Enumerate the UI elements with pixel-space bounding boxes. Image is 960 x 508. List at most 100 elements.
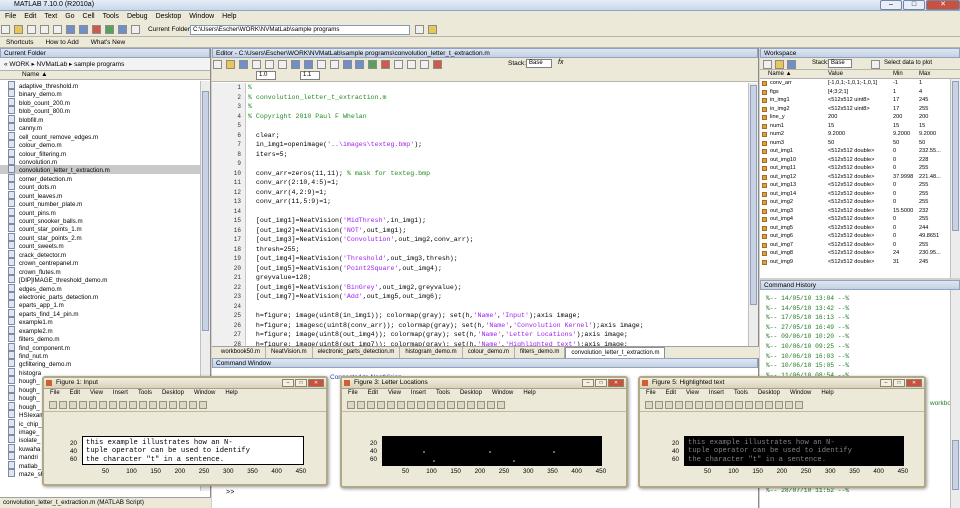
- fig-close-button[interactable]: ✕: [906, 379, 922, 387]
- new-figure-icon[interactable]: [49, 401, 57, 409]
- legend-icon[interactable]: [477, 401, 485, 409]
- history-entry[interactable]: %-- 10/06/10 09:25 --%: [760, 342, 960, 352]
- print-icon[interactable]: [316, 60, 326, 69]
- code-line[interactable]: [out_img6]=NeatVision('BinGrey',out_img2…: [248, 283, 748, 293]
- figure-menu-file[interactable]: File: [50, 390, 70, 399]
- workspace-row[interactable]: out_img11 <512x512 double> 0 255: [760, 164, 960, 173]
- figure-input-window[interactable]: Figure 1: Input – □ ✕ File Edit View Insert To…: [42, 376, 328, 486]
- cut-icon[interactable]: [26, 25, 36, 34]
- save-icon[interactable]: [665, 401, 673, 409]
- copy-icon[interactable]: [264, 60, 274, 69]
- file-item[interactable]: count_number_plate.m: [0, 199, 200, 208]
- code-line[interactable]: [248, 159, 748, 169]
- menu-cell[interactable]: Cell: [81, 11, 101, 23]
- workspace-row[interactable]: num3 50 50 50: [760, 139, 960, 148]
- code-area[interactable]: %% convolution_letter_t_extraction.m%% C…: [248, 83, 748, 346]
- breakpoint-icon[interactable]: [381, 60, 391, 69]
- fig-minimize-button[interactable]: –: [880, 379, 892, 387]
- menu-window[interactable]: Window: [187, 11, 220, 23]
- line-number[interactable]: 4: [212, 112, 245, 122]
- workspace-row[interactable]: in_img1 <512x512 uint8> 17 245: [760, 96, 960, 105]
- brush-icon[interactable]: [745, 401, 753, 409]
- code-line[interactable]: clear;: [248, 131, 748, 141]
- line-number[interactable]: 9: [212, 159, 245, 169]
- code-line[interactable]: h=figure; image(uint8(out_img4)); colorm…: [248, 330, 748, 340]
- workspace-row[interactable]: out_img5 <512x512 double> 0 244: [760, 224, 960, 233]
- open-folder-icon[interactable]: [13, 25, 23, 34]
- workspace-row[interactable]: out_img10 <512x512 double> 0 228: [760, 156, 960, 165]
- open-variable-icon[interactable]: [775, 60, 784, 69]
- figure-menu-file[interactable]: File: [348, 390, 368, 399]
- code-line[interactable]: [248, 121, 748, 131]
- cell-decrement-input[interactable]: 1.0: [256, 71, 276, 80]
- file-item[interactable]: eparts_find_14_pin.m: [0, 309, 200, 318]
- step-icon[interactable]: [394, 60, 404, 69]
- code-line[interactable]: %: [248, 102, 748, 112]
- zoom-in-icon[interactable]: [99, 401, 107, 409]
- workspace-row[interactable]: figs [4;3;2;1] 1 4: [760, 88, 960, 97]
- rotate-icon[interactable]: [129, 401, 137, 409]
- code-line[interactable]: conv_arr=zeros(11,11); % mask for texteg…: [248, 169, 748, 179]
- file-item[interactable]: count_star_points_1.m: [0, 224, 200, 233]
- figure-letter-locations-window[interactable]: Figure 3: Letter Locations – □ ✕ File Edit V…: [340, 376, 628, 488]
- figure-menu-file[interactable]: File: [646, 390, 666, 399]
- workspace-row[interactable]: out_img13 <512x512 double> 0 255: [760, 181, 960, 190]
- link-icon[interactable]: [159, 401, 167, 409]
- history-entry[interactable]: %-- 14/05/10 13:04 --%: [760, 294, 960, 304]
- figure-highlighted-window[interactable]: Figure 5: Highlighted text – □ ✕ File Edit V…: [638, 376, 926, 488]
- figure-menu-view[interactable]: View: [388, 390, 411, 399]
- workspace-row[interactable]: out_img9 <512x512 double> 31 245: [760, 258, 960, 267]
- colorbar-icon[interactable]: [169, 401, 177, 409]
- new-file-icon[interactable]: [213, 60, 222, 69]
- file-item[interactable]: example2.m: [0, 326, 200, 335]
- new-figure-icon[interactable]: [645, 401, 653, 409]
- file-item[interactable]: filters_demo.m: [0, 334, 200, 343]
- pan-icon[interactable]: [119, 401, 127, 409]
- file-item[interactable]: blob_count_800.m: [0, 106, 200, 115]
- history-entry[interactable]: %-- 14/05/10 13:42 --%: [760, 304, 960, 314]
- data-cursor-icon[interactable]: [437, 401, 445, 409]
- figure-menu-edit[interactable]: Edit: [666, 390, 686, 399]
- file-item[interactable]: canny.m: [0, 123, 200, 132]
- go-back-icon[interactable]: [342, 60, 352, 69]
- figure-menu-tools[interactable]: Tools: [436, 390, 460, 399]
- data-cursor-icon[interactable]: [139, 401, 147, 409]
- workspace-row[interactable]: out_img2 <512x512 double> 0 255: [760, 198, 960, 207]
- save-icon[interactable]: [367, 401, 375, 409]
- line-number[interactable]: 11: [212, 178, 245, 188]
- show-tools-icon[interactable]: [795, 401, 803, 409]
- maximize-button[interactable]: □: [903, 0, 925, 10]
- editor-scrollbar-thumb[interactable]: [750, 85, 757, 305]
- file-item[interactable]: crown_centrepanel.m: [0, 258, 200, 267]
- print-icon[interactable]: [79, 401, 87, 409]
- file-item[interactable]: edges_demo.m: [0, 284, 200, 293]
- figure-menu-insert[interactable]: Insert: [709, 390, 734, 399]
- hide-tools-icon[interactable]: [189, 401, 197, 409]
- figure-menu-desktop[interactable]: Desktop: [758, 390, 790, 399]
- figure-menu-help[interactable]: Help: [821, 390, 843, 399]
- file-item[interactable]: adaptive_threshold.m: [0, 81, 200, 90]
- minimize-button[interactable]: –: [880, 0, 902, 10]
- function-icon[interactable]: fx: [558, 59, 563, 66]
- figure-menu-window[interactable]: Window: [492, 390, 523, 399]
- dropdown-icon[interactable]: [415, 25, 424, 34]
- open-icon[interactable]: [225, 60, 235, 69]
- line-number[interactable]: 23: [212, 292, 245, 302]
- file-item[interactable]: [DIP]IMAGE_threshold_demo.m: [0, 275, 200, 284]
- zoom-in-icon[interactable]: [695, 401, 703, 409]
- pointer-icon[interactable]: [685, 401, 693, 409]
- line-number[interactable]: 8: [212, 150, 245, 160]
- figure-menu-insert[interactable]: Insert: [411, 390, 436, 399]
- zoom-in-icon[interactable]: [397, 401, 405, 409]
- browse-folder-icon[interactable]: [428, 25, 437, 34]
- menu-debug[interactable]: Debug: [125, 11, 154, 23]
- workspace-scrollbar-thumb[interactable]: [952, 81, 959, 231]
- history-entry[interactable]: %-- 09/06/10 10:20 --%: [760, 332, 960, 342]
- figure-menu-insert[interactable]: Insert: [113, 390, 138, 399]
- line-number[interactable]: 1: [212, 83, 245, 93]
- history-entry[interactable]: %-- 17/05/10 16:13 --%: [760, 313, 960, 323]
- history-entry[interactable]: %-- 27/05/10 16:49 --%: [760, 323, 960, 333]
- fig-minimize-button[interactable]: –: [282, 379, 294, 387]
- workspace-row[interactable]: out_img3 <512x512 double> 15.5000 232: [760, 207, 960, 216]
- run-icon[interactable]: [368, 60, 378, 69]
